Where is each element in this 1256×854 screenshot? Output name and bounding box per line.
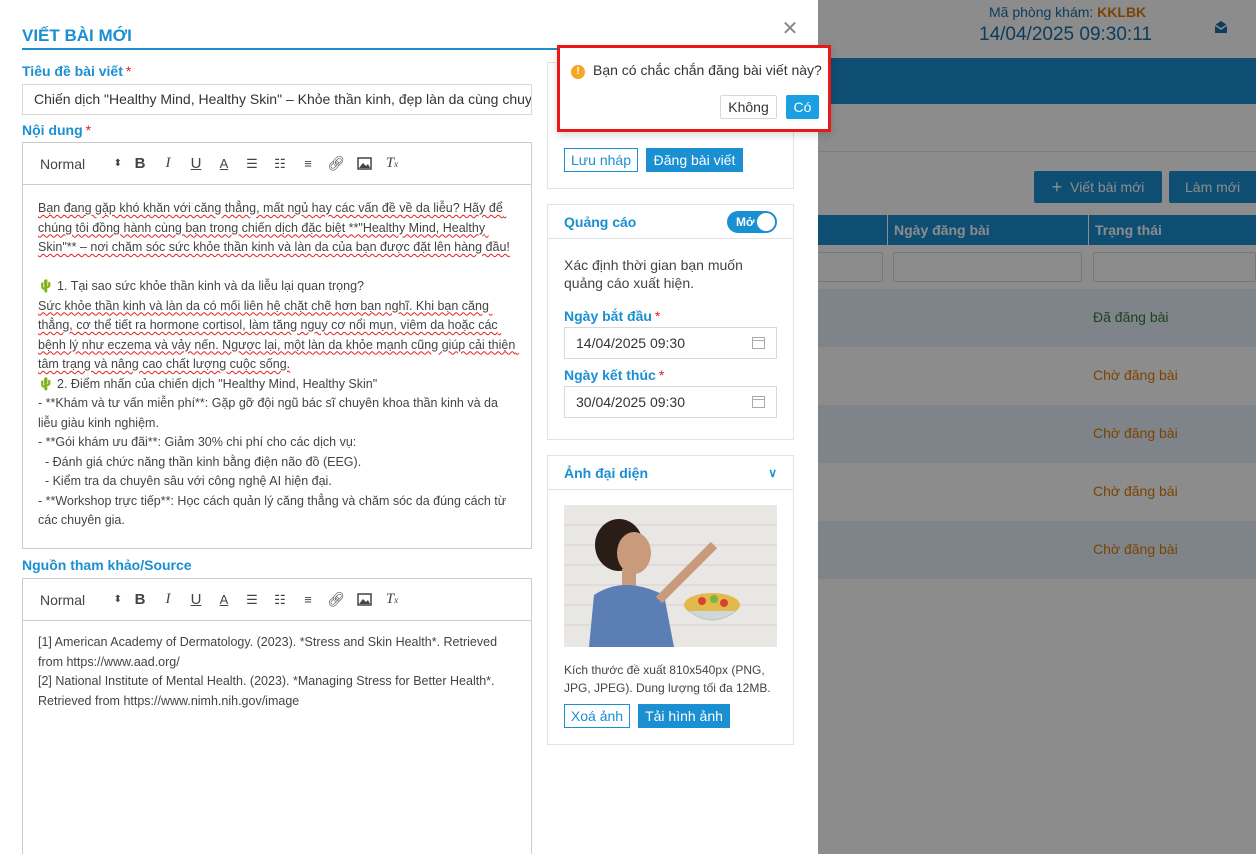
avatar-image: [564, 505, 777, 647]
italic-icon[interactable]: I: [154, 152, 182, 176]
avatar-hint: Kích thước đề xuất 810x540px (PNG, JPG, …: [564, 663, 771, 695]
content-body[interactable]: Bạn đang gặp khó khăn với căng thẳng, mấ…: [23, 185, 531, 548]
modal-title: VIẾT BÀI MỚI: [22, 26, 132, 45]
bullet-list-icon[interactable]: ☷: [266, 152, 294, 176]
publish-confirm-popover: ! Bạn có chắc chắn đăng bài viết này? Kh…: [557, 45, 831, 132]
underline-icon[interactable]: U: [182, 588, 210, 612]
avatar-header[interactable]: Ảnh đại diện ∨: [548, 456, 793, 490]
content-paragraph: 🌵 1. Tại sao sức khỏe thần kinh và da li…: [38, 279, 364, 293]
image-icon[interactable]: [350, 152, 378, 176]
bullet-list-icon[interactable]: ☷: [266, 588, 294, 612]
content-paragraph: Bạn đang gặp khó khăn với căng thẳng, mấ…: [38, 201, 510, 254]
clear-format-icon[interactable]: Tx: [378, 588, 406, 612]
upload-image-button[interactable]: Tải hình ảnh: [638, 704, 730, 728]
updown-icon: ⬍: [113, 158, 122, 169]
content-paragraph: - **Gói khám ưu đãi**: Giảm 30% chi phí …: [38, 435, 357, 449]
updown-icon: ⬍: [113, 594, 122, 605]
content-paragraph: - **Workshop trực tiếp**: Học cách quản …: [38, 493, 510, 528]
align-icon[interactable]: ≡: [294, 588, 322, 612]
confirm-no-button[interactable]: Không: [720, 95, 777, 119]
ordered-list-icon[interactable]: ☰: [238, 588, 266, 612]
ads-panel: Quảng cáo Mở Xác định thời gian bạn muốn…: [547, 204, 794, 440]
confirm-yes-button[interactable]: Có: [786, 95, 819, 119]
save-draft-button[interactable]: Lưu nháp: [564, 148, 638, 172]
align-icon[interactable]: ≡: [294, 152, 322, 176]
source-editor: Normal ⬍ B I U A ☰ ☷ ≡ 🔗︎ Tx [1] American…: [22, 578, 532, 854]
warning-icon: !: [571, 65, 585, 79]
ordered-list-icon[interactable]: ☰: [238, 152, 266, 176]
underline-icon[interactable]: U: [182, 152, 210, 176]
link-icon[interactable]: 🔗︎: [322, 152, 350, 176]
ads-description: Xác định thời gian bạn muốn quảng cáo xu…: [564, 257, 743, 291]
bold-icon[interactable]: B: [126, 588, 154, 612]
avatar-panel: Ảnh đại diện ∨ Kích thước đề xuất 810x54…: [547, 455, 794, 745]
format-select[interactable]: Normal ⬍: [40, 589, 126, 611]
source-paragraph: [1] American Academy of Dermatology. (20…: [38, 635, 501, 669]
close-icon[interactable]: ✕: [781, 19, 799, 39]
title-input[interactable]: Chiến dịch "Healthy Mind, Healthy Skin" …: [22, 84, 532, 115]
content-label: Nội dung *: [22, 122, 92, 138]
ads-toggle[interactable]: Mở: [727, 210, 777, 233]
content-paragraph: - **Khám và tư vấn miễn phí**: Gặp gỡ độ…: [38, 396, 502, 430]
end-date-label: Ngày kết thúc *: [564, 367, 665, 383]
ads-header: Quảng cáo Mở: [548, 205, 793, 239]
bold-icon[interactable]: B: [126, 152, 154, 176]
publish-button[interactable]: Đăng bài viết: [646, 148, 743, 172]
calendar-icon: [752, 396, 765, 408]
source-label: Nguồn tham khảo/Source: [22, 557, 192, 573]
image-icon[interactable]: [350, 588, 378, 612]
delete-image-button[interactable]: Xoá ảnh: [564, 704, 630, 728]
calendar-icon: [752, 337, 765, 349]
ads-label: Quảng cáo: [564, 213, 637, 230]
text-color-icon[interactable]: A: [210, 152, 238, 176]
title-underline: [22, 48, 558, 50]
format-select[interactable]: Normal ⬍: [40, 153, 126, 175]
editor-toolbar: Normal ⬍ B I U A ☰ ☷ ≡ 🔗︎ Tx: [23, 579, 531, 621]
text-color-icon[interactable]: A: [210, 588, 238, 612]
start-date-label: Ngày bắt đầu *: [564, 308, 661, 324]
source-body[interactable]: [1] American Academy of Dermatology. (20…: [23, 621, 531, 723]
avatar-label: Ảnh đại diện: [564, 464, 648, 481]
confirm-message: Bạn có chắc chắn đăng bài viết này?: [593, 62, 822, 78]
content-paragraph: Sức khỏe thần kinh và làn da có mối liên…: [38, 298, 519, 372]
source-paragraph: [2] National Institute of Mental Health.…: [38, 674, 498, 708]
content-paragraph: [38, 258, 516, 278]
italic-icon[interactable]: I: [154, 588, 182, 612]
content-paragraph: - Đánh giá chức năng thần kinh bằng điện…: [38, 454, 362, 469]
content-paragraph: - Kiểm tra da chuyên sâu với công nghệ A…: [38, 474, 332, 488]
end-date-input[interactable]: 30/04/2025 09:30: [564, 386, 777, 418]
link-icon[interactable]: 🔗︎: [322, 588, 350, 612]
chevron-down-icon: ∨: [768, 465, 777, 480]
content-editor: Normal ⬍ B I U A ☰ ☷ ≡ 🔗︎ Tx Bạn đang gặp…: [22, 142, 532, 549]
content-paragraph: 🌵 2. Điểm nhấn của chiến dịch "Healthy M…: [38, 376, 378, 391]
title-label: Tiêu đề bài viết *: [22, 63, 132, 79]
editor-toolbar: Normal ⬍ B I U A ☰ ☷ ≡ 🔗︎ Tx: [23, 143, 531, 185]
clear-format-icon[interactable]: Tx: [378, 152, 406, 176]
start-date-input[interactable]: 14/04/2025 09:30: [564, 327, 777, 359]
